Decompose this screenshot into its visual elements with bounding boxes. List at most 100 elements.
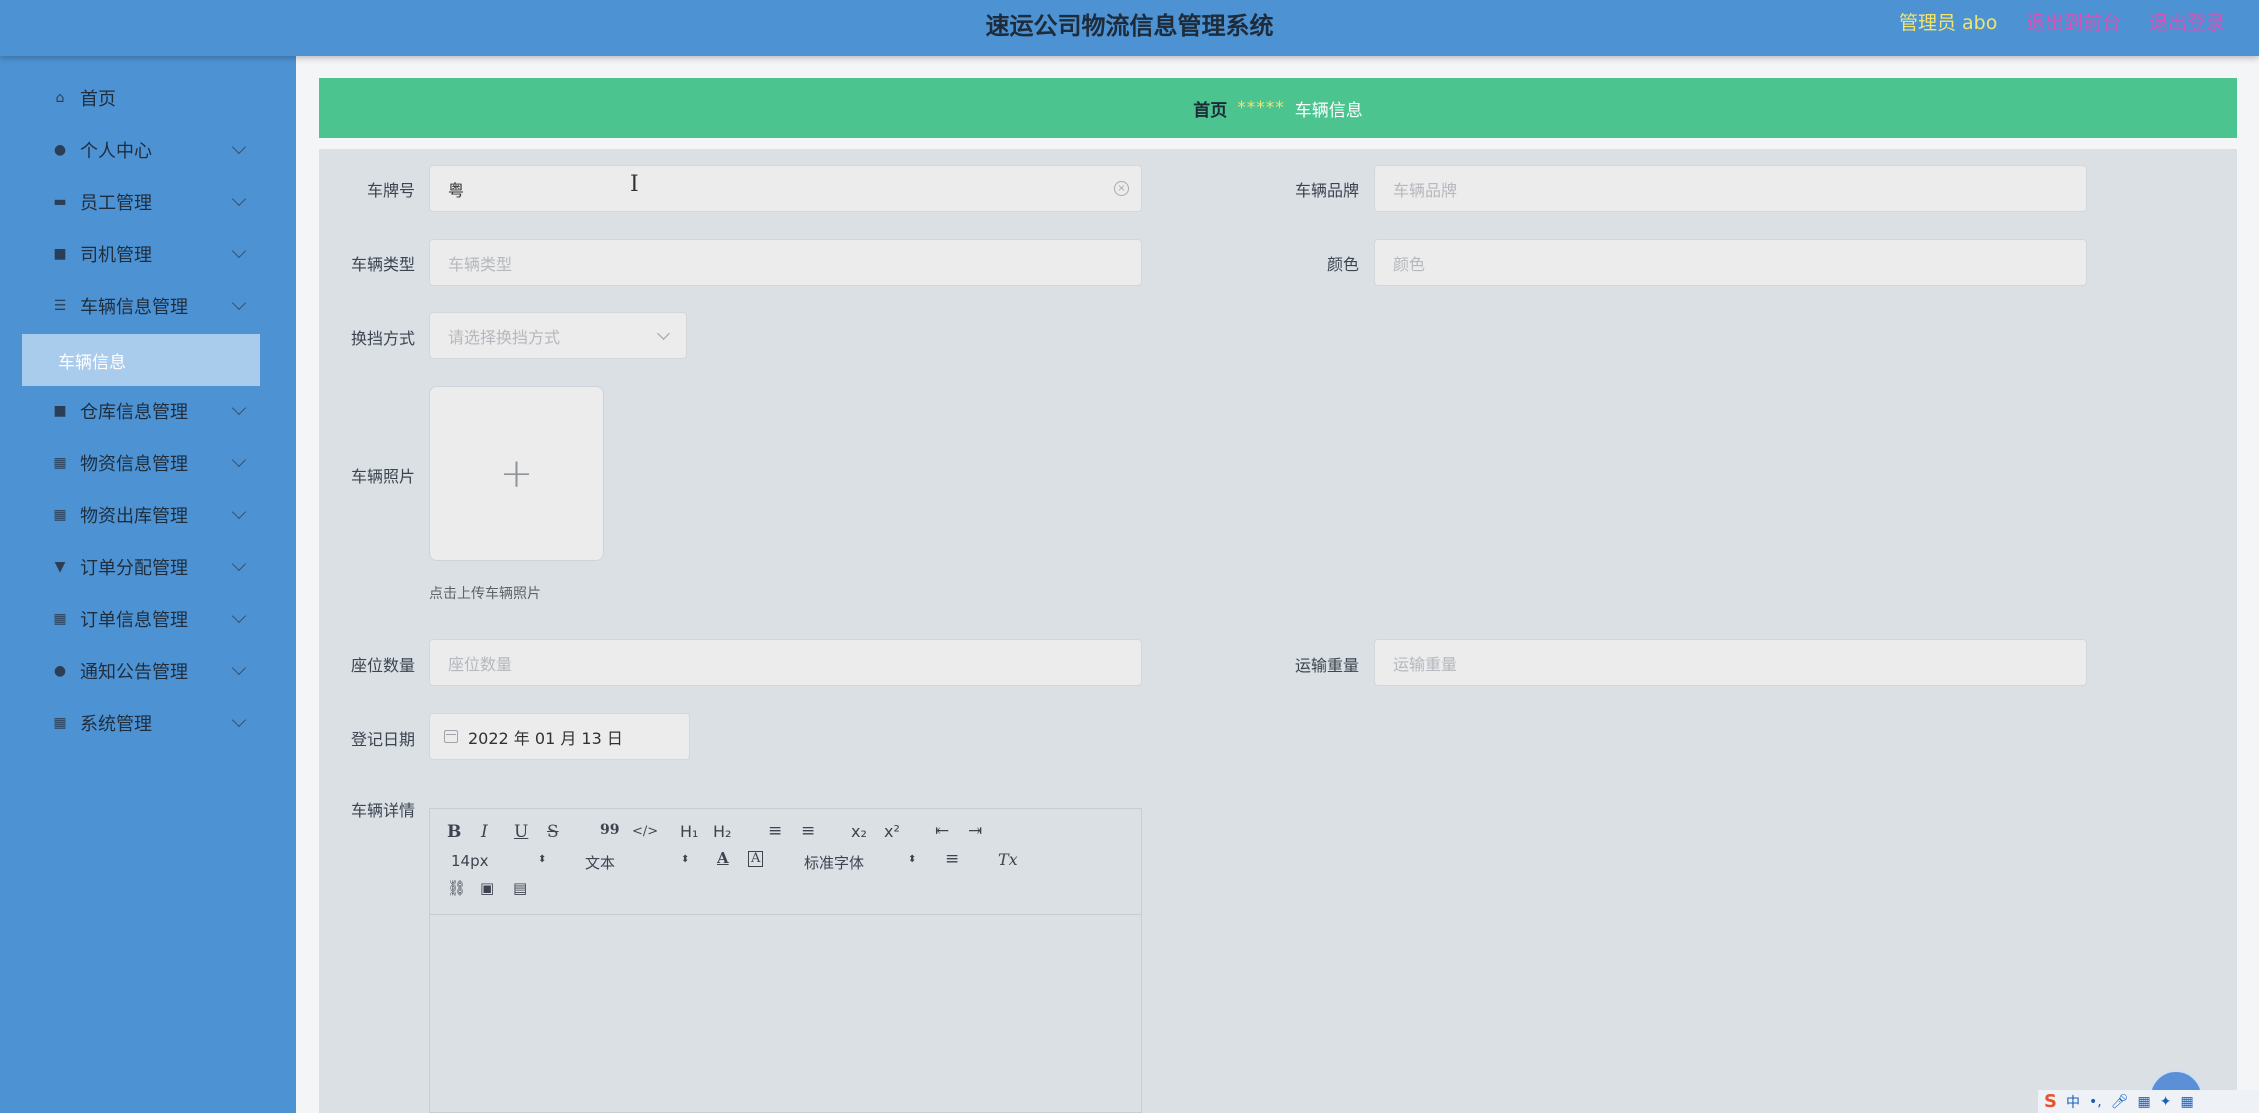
h1-button[interactable]: H₁ — [680, 822, 698, 841]
card-icon: ▬ — [53, 194, 67, 210]
ordered-list-button[interactable]: ≡ — [768, 821, 782, 841]
keyboard-icon[interactable]: ▦ — [2137, 1094, 2150, 1110]
top-header: 速运公司物流信息管理系统 管理员 abo 退出到前台 退出登录 — [0, 0, 2259, 56]
blockquote-button[interactable]: 99 — [600, 822, 619, 838]
type-input[interactable]: 车辆类型 — [429, 239, 1142, 286]
color-input[interactable]: 颜色 — [1374, 239, 2087, 286]
sidebar-item-label: 物资出库管理 — [80, 506, 188, 527]
photo-upload-tip: 点击上传车辆照片 — [429, 586, 541, 602]
gear-select[interactable]: 请选择换挡方式 — [429, 312, 687, 359]
h2-button[interactable]: H₂ — [713, 822, 731, 841]
breadcrumb: 首页 ***** 车辆信息 — [319, 78, 2237, 138]
logout-link[interactable]: 退出登录 — [2149, 8, 2225, 35]
sidebar-item-warehouse[interactable]: ■ 仓库信息管理 — [0, 391, 296, 431]
sidebar-item-home[interactable]: ⌂ 首页 — [0, 78, 296, 118]
header-value: 文本 — [585, 854, 616, 872]
sidebar-item-label: 物资信息管理 — [80, 454, 188, 475]
strike-button[interactable]: S — [547, 822, 559, 842]
back-to-frontend-link[interactable]: 退出到前台 — [2026, 8, 2121, 35]
plate-value: 粤 — [448, 180, 465, 200]
editor-toolbar: B I U S 99 </> H₁ H₂ ≡ ≡ x₂ x² ⇤ ⇥ 14px … — [430, 809, 1141, 915]
sidebar-item-outbound[interactable]: ▦ 物资出库管理 — [0, 495, 296, 535]
chevron-down-icon — [657, 327, 670, 340]
filter-icon: ▼ — [54, 559, 66, 575]
seats-input[interactable]: 座位数量 — [429, 639, 1142, 686]
indent-button[interactable]: ⇥ — [968, 821, 982, 841]
background-color-icon[interactable]: A — [748, 851, 764, 867]
chevron-down-icon — [231, 452, 247, 468]
code-button[interactable]: </> — [632, 824, 658, 839]
underline-button[interactable]: U — [514, 822, 528, 842]
video-icon[interactable]: ▤ — [513, 879, 527, 897]
sidebar-item-label: 车辆信息管理 — [80, 297, 188, 318]
font-family-value: 标准字体 — [804, 854, 865, 872]
breadcrumb-separator: ***** — [1237, 98, 1285, 118]
sidebar-item-vehicles[interactable]: ☰ 车辆信息管理 — [0, 286, 296, 326]
sidebar-item-label: 订单信息管理 — [80, 610, 188, 631]
brand-placeholder: 车辆品牌 — [1393, 180, 1458, 200]
color-label: 颜色 — [1326, 255, 1359, 274]
rich-text-editor: B I U S 99 </> H₁ H₂ ≡ ≡ x₂ x² ⇤ ⇥ 14px … — [429, 808, 1142, 1113]
ime-lang-toggle[interactable]: 中 — [2066, 1092, 2080, 1112]
sidebar-item-system[interactable]: ▦ 系统管理 — [0, 703, 296, 743]
chevron-down-icon — [231, 556, 247, 572]
bold-button[interactable]: B — [447, 822, 461, 842]
font-family-select[interactable]: 标准字体 ⬍ — [804, 852, 917, 873]
font-color-icon[interactable]: A — [717, 849, 729, 867]
chevron-down-icon — [231, 295, 247, 311]
align-icon[interactable]: ≡ — [945, 849, 959, 869]
punctuation-icon[interactable]: •, — [2089, 1094, 2102, 1110]
subscript-button[interactable]: x₂ — [851, 822, 867, 841]
chevron-down-icon — [231, 504, 247, 520]
clear-format-button[interactable]: Tx — [998, 850, 1018, 869]
up-down-icon: ⬍ — [538, 854, 547, 865]
bullet-list-button[interactable]: ≡ — [801, 821, 815, 841]
sidebar-item-materials[interactable]: ▦ 物资信息管理 — [0, 443, 296, 483]
photo-upload[interactable]: + — [429, 386, 604, 561]
sidebar-item-orders[interactable]: ▦ 订单信息管理 — [0, 599, 296, 639]
italic-button[interactable]: I — [481, 822, 488, 842]
link-icon[interactable]: ⛓ — [447, 879, 466, 897]
home-icon: ⌂ — [55, 90, 65, 106]
breadcrumb-home[interactable]: 首页 — [1193, 96, 1227, 121]
seats-label: 座位数量 — [350, 656, 415, 675]
sidebar-subitem-vehicle-info[interactable]: 车辆信息 — [22, 334, 260, 386]
date-value: 2022 年 01 月 13 日 — [468, 728, 623, 748]
microphone-icon[interactable]: 🎤︎ — [2111, 1094, 2129, 1110]
plate-input[interactable]: 粤 I × — [429, 165, 1142, 212]
header-select[interactable]: 文本 ⬍ — [585, 852, 689, 873]
plate-label: 车牌号 — [366, 181, 415, 200]
image-icon[interactable]: ▣ — [480, 879, 494, 897]
sidebar-item-label: 员工管理 — [80, 193, 152, 214]
load-input[interactable]: 运输重量 — [1374, 639, 2087, 686]
list-icon: ☰ — [53, 298, 67, 314]
calendar-icon — [444, 730, 458, 743]
font-size-select[interactable]: 14px ⬍ — [451, 852, 551, 870]
grid-icon: ▦ — [53, 715, 67, 731]
superscript-button[interactable]: x² — [884, 822, 900, 841]
sogou-logo: S — [2044, 1091, 2057, 1112]
photo-label: 车辆照片 — [350, 467, 415, 486]
sidebar-item-notices[interactable]: ● 通知公告管理 — [0, 651, 296, 691]
up-down-icon: ⬍ — [908, 854, 917, 865]
outdent-button[interactable]: ⇤ — [935, 821, 949, 841]
sidebar-item-order-assign[interactable]: ▼ 订单分配管理 — [0, 547, 296, 587]
breadcrumb-current: 车辆信息 — [1294, 100, 1363, 121]
sidebar-item-drivers[interactable]: ■ 司机管理 — [0, 234, 296, 274]
detail-label: 车辆详情 — [350, 801, 415, 820]
chevron-down-icon — [231, 712, 247, 728]
printer-icon: ■ — [53, 403, 67, 419]
user-icon: ● — [53, 663, 67, 679]
sidebar-item-employees[interactable]: ▬ 员工管理 — [0, 182, 296, 222]
sidebar-item-personal[interactable]: ● 个人中心 — [0, 130, 296, 170]
brand-label: 车辆品牌 — [1294, 181, 1359, 200]
toolbox-icon[interactable]: ▦ — [2180, 1094, 2193, 1110]
type-label: 车辆类型 — [350, 255, 415, 274]
date-picker[interactable]: 2022 年 01 月 13 日 — [429, 713, 690, 760]
clear-icon[interactable]: × — [1114, 181, 1129, 196]
sidebar-item-label: 仓库信息管理 — [80, 402, 188, 423]
skin-icon[interactable]: ✦ — [2160, 1094, 2172, 1110]
ime-toolbar[interactable]: S 中 •, 🎤︎ ▦ ✦ ▦ — [2038, 1090, 2259, 1113]
gear-label: 换挡方式 — [350, 329, 415, 348]
brand-input[interactable]: 车辆品牌 — [1374, 165, 2087, 212]
